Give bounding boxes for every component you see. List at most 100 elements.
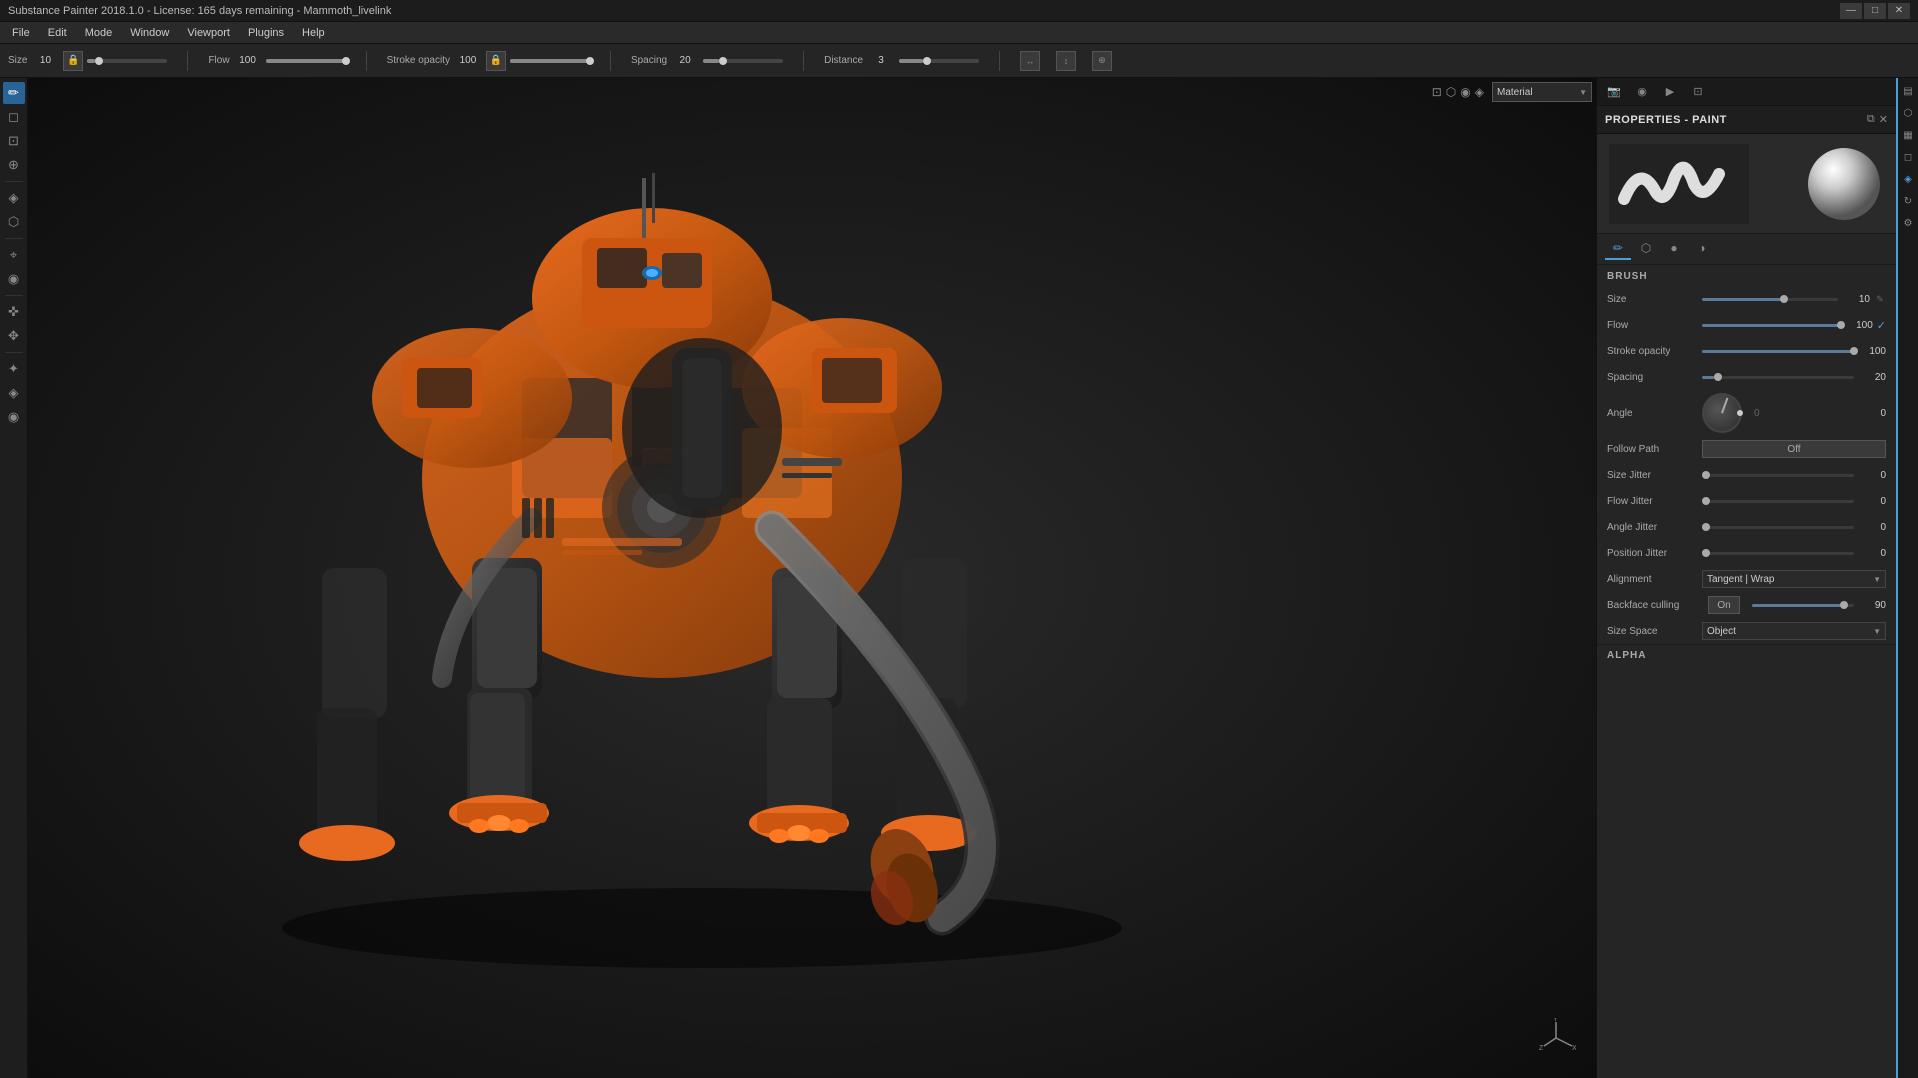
menu-bar: File Edit Mode Window Viewport Plugins H… bbox=[0, 22, 1918, 44]
svg-text:Y: Y bbox=[1553, 1018, 1558, 1023]
stroke-opacity-label: Stroke opacity bbox=[387, 55, 450, 66]
stroke-preview-svg bbox=[1609, 144, 1749, 224]
angle-dot bbox=[1737, 410, 1743, 416]
stroke-opacity-prop-slider[interactable] bbox=[1702, 350, 1854, 353]
viewport[interactable]: ⊡ ⬡ ◉ ◈ Material ▼ X Z Y bbox=[28, 78, 1596, 1078]
flow-check-icon[interactable]: ✓ bbox=[1877, 319, 1886, 332]
size-space-dropdown[interactable]: Object ▼ bbox=[1702, 622, 1886, 640]
size-prop-slider[interactable] bbox=[1702, 298, 1838, 301]
spacing-value: 20 bbox=[671, 55, 699, 66]
eyedropper-btn[interactable]: ✦ bbox=[3, 358, 25, 380]
menu-viewport[interactable]: Viewport bbox=[179, 23, 238, 43]
viewport-icon2[interactable]: ⬡ bbox=[1446, 85, 1456, 99]
app-title: Substance Painter 2018.1.0 - License: 16… bbox=[8, 5, 391, 17]
maximize-button[interactable]: □ bbox=[1864, 3, 1886, 19]
flow-prop-slider[interactable] bbox=[1702, 324, 1841, 327]
alpha-title: ALPHA bbox=[1607, 650, 1646, 661]
dropdown-arrow: ▼ bbox=[1579, 88, 1587, 97]
position-jitter-label: Position Jitter bbox=[1607, 548, 1702, 559]
brush-stroke-tab[interactable]: ✏ bbox=[1605, 238, 1631, 260]
position-jitter-slider[interactable] bbox=[1702, 552, 1854, 555]
sep2 bbox=[366, 51, 367, 71]
distance-slider[interactable] bbox=[899, 59, 979, 63]
stroke-lock-icon[interactable]: 🔒 bbox=[486, 51, 506, 71]
menu-window[interactable]: Window bbox=[122, 23, 177, 43]
materials-btn[interactable]: ◈ bbox=[3, 382, 25, 404]
stroke-opacity-slider[interactable] bbox=[510, 59, 590, 63]
camera-icon[interactable]: 📷 bbox=[1603, 81, 1625, 103]
spacing-slider[interactable] bbox=[703, 59, 783, 63]
alignment-dropdown[interactable]: Tangent | Wrap ▼ bbox=[1702, 570, 1886, 588]
viewport-icon4[interactable]: ◈ bbox=[1475, 85, 1484, 99]
select-tool-btn[interactable]: ◈ bbox=[3, 187, 25, 209]
spacing-prop-slider[interactable] bbox=[1702, 376, 1854, 379]
display-icon[interactable]: ◈ bbox=[1899, 170, 1917, 188]
smudge-tool-btn[interactable]: ⌖ bbox=[3, 244, 25, 266]
distance-value: 3 bbox=[867, 55, 895, 66]
blur-tool-btn[interactable]: ◉ bbox=[3, 268, 25, 290]
spacing-label: Spacing bbox=[631, 55, 667, 66]
sym-x-icon[interactable]: ↔ bbox=[1020, 51, 1040, 71]
angle-jitter-slider[interactable] bbox=[1702, 526, 1854, 529]
backface-culling-slider[interactable] bbox=[1752, 604, 1854, 607]
polygon-fill-btn[interactable]: ⬡ bbox=[3, 211, 25, 233]
video-icon[interactable]: ▶ bbox=[1659, 81, 1681, 103]
settings-icon[interactable]: ⚙ bbox=[1899, 214, 1917, 232]
snapshot-icon[interactable]: ⊡ bbox=[1687, 81, 1709, 103]
menu-edit[interactable]: Edit bbox=[40, 23, 75, 43]
menu-help[interactable]: Help bbox=[294, 23, 333, 43]
minimize-button[interactable]: — bbox=[1840, 3, 1862, 19]
smart-material-btn[interactable]: ◉ bbox=[3, 406, 25, 428]
size-lock-icon[interactable]: 🔒 bbox=[63, 51, 83, 71]
clone-tool-btn[interactable]: ⊕ bbox=[3, 154, 25, 176]
history-icon[interactable]: ↻ bbox=[1899, 192, 1917, 210]
flow-prop-value: 100 bbox=[1845, 320, 1873, 331]
menu-file[interactable]: File bbox=[4, 23, 38, 43]
size-slider[interactable] bbox=[87, 59, 167, 63]
brush-stencil-tab[interactable]: ◑ bbox=[1689, 238, 1715, 260]
viewport-icon3[interactable]: ◉ bbox=[1460, 85, 1470, 99]
size-jitter-slider[interactable] bbox=[1702, 474, 1854, 477]
properties-panel: PROPERTIES - PAINT ⧉ ✕ bbox=[1597, 106, 1896, 1078]
stroke-opacity-group: Stroke opacity 100 🔒 bbox=[387, 51, 590, 71]
drag-stamp-btn[interactable]: ✜ bbox=[3, 301, 25, 323]
brush-texture-tab[interactable]: ⬡ bbox=[1633, 238, 1659, 260]
scene-svg bbox=[28, 78, 1596, 1078]
alignment-arrow: ▼ bbox=[1873, 575, 1881, 584]
sym-radial-icon[interactable]: ⊕ bbox=[1092, 51, 1112, 71]
backface-culling-value: 90 bbox=[1858, 600, 1886, 611]
paint-tool-btn[interactable]: ✏ bbox=[3, 82, 25, 104]
textures-icon[interactable]: ▦ bbox=[1899, 126, 1917, 144]
brush-material-tab[interactable]: ● bbox=[1661, 238, 1687, 260]
sep1 bbox=[187, 51, 188, 71]
size-edit-icon[interactable]: ✎ bbox=[1874, 293, 1886, 305]
flow-prop-label: Flow bbox=[1607, 320, 1702, 331]
backface-culling-toggle[interactable]: On bbox=[1708, 596, 1740, 614]
viewport-icon1[interactable]: ⊡ bbox=[1432, 85, 1442, 99]
materials-icon[interactable]: ⬡ bbox=[1899, 104, 1917, 122]
eraser-tool-btn[interactable]: ◻ bbox=[3, 106, 25, 128]
menu-mode[interactable]: Mode bbox=[77, 23, 121, 43]
bake-icon[interactable]: ◻ bbox=[1899, 148, 1917, 166]
flow-label: Flow bbox=[208, 55, 229, 66]
flow-slider[interactable] bbox=[266, 59, 346, 63]
flow-jitter-row: Flow Jitter 0 bbox=[1597, 488, 1896, 514]
transform-btn[interactable]: ✥ bbox=[3, 325, 25, 347]
size-jitter-container: 0 bbox=[1702, 470, 1886, 481]
close-button[interactable]: ✕ bbox=[1888, 3, 1910, 19]
angle-dial[interactable] bbox=[1702, 393, 1742, 433]
follow-path-btn[interactable]: Off bbox=[1702, 440, 1886, 458]
material-dropdown[interactable]: Material ▼ bbox=[1492, 82, 1592, 102]
sym-y-icon[interactable]: ↕ bbox=[1056, 51, 1076, 71]
projection-tool-btn[interactable]: ⊡ bbox=[3, 130, 25, 152]
render-icon[interactable]: ◉ bbox=[1631, 81, 1653, 103]
brush-tabs: ✏ ⬡ ● ◑ bbox=[1597, 234, 1896, 265]
prop-expand-icon[interactable]: ⧉ bbox=[1867, 113, 1875, 126]
menu-plugins[interactable]: Plugins bbox=[240, 23, 292, 43]
layers-icon[interactable]: ▤ bbox=[1899, 82, 1917, 100]
angle-jitter-row: Angle Jitter 0 bbox=[1597, 514, 1896, 540]
prop-close-icon[interactable]: ✕ bbox=[1879, 113, 1888, 126]
stroke-opacity-row: Stroke opacity 100 bbox=[1597, 338, 1896, 364]
flow-jitter-slider[interactable] bbox=[1702, 500, 1854, 503]
distance-label: Distance bbox=[824, 55, 863, 66]
